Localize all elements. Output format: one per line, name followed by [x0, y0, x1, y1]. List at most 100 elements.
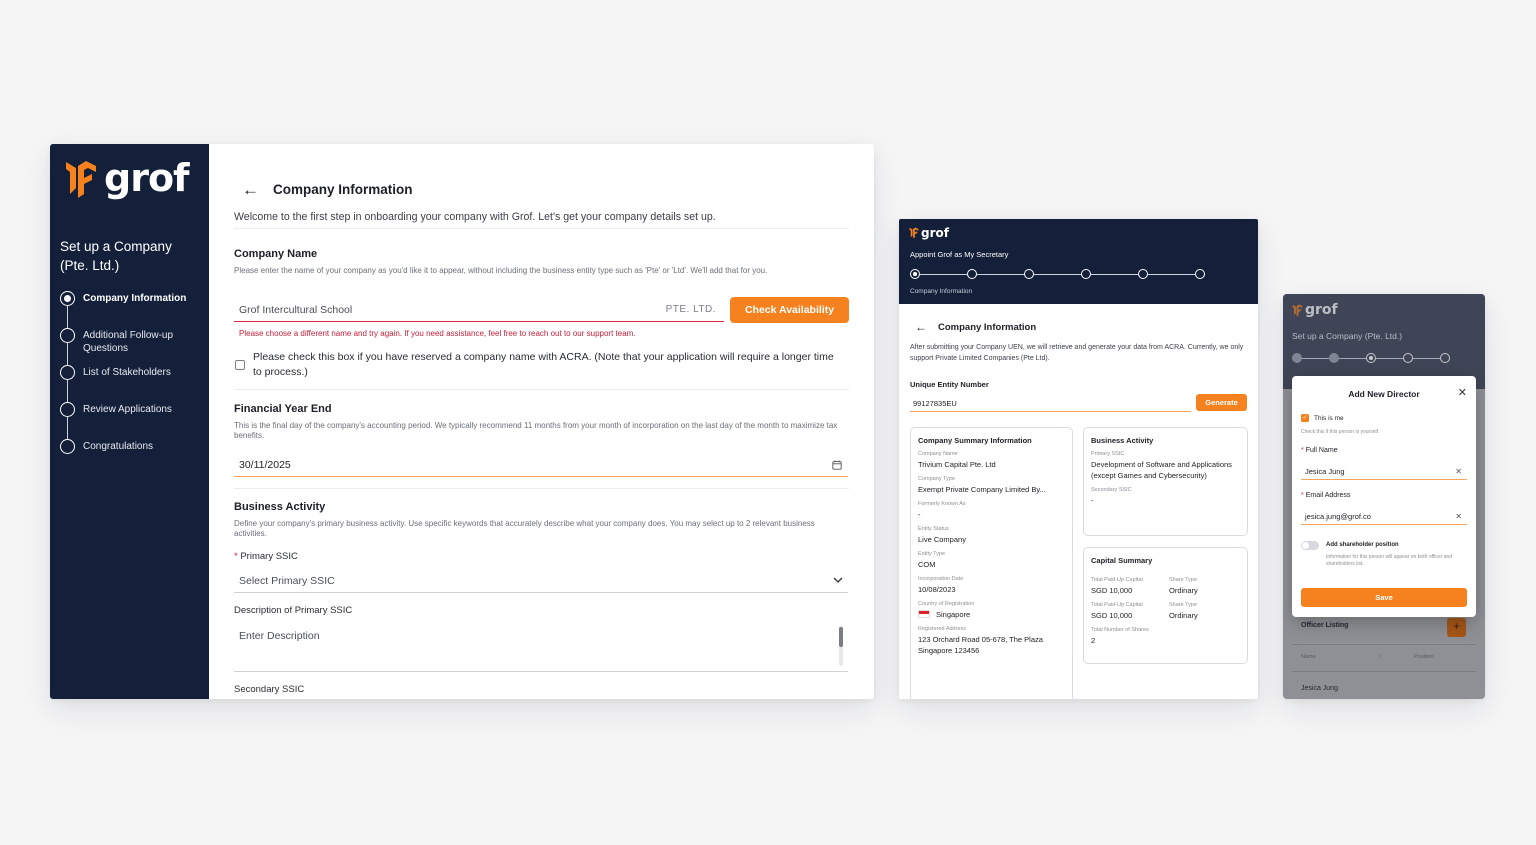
step-label: Congratulations [83, 441, 154, 452]
company-information-tablet: grof Appoint Grof as My Secretary Compan… [899, 219, 1258, 699]
arrow-left-icon[interactable]: ← [915, 320, 927, 334]
uen-value: 99127835EU [913, 398, 957, 408]
step-dot-icon[interactable] [1403, 353, 1413, 363]
textarea-scrollbar[interactable] [839, 627, 843, 647]
full-name-label: * Full Name [1301, 447, 1338, 454]
this-is-me-checkbox[interactable]: ✓ [1301, 414, 1309, 422]
step-indicator-icon [60, 402, 75, 417]
business-field: Primary SSIC Development of Software and … [1091, 451, 1240, 481]
field-key: Share Type [1169, 602, 1198, 608]
officer-row-name: Jesica Jung [1301, 685, 1338, 692]
step-review-applications[interactable]: Review Applications [60, 402, 205, 439]
panel-title: Company Summary Information [918, 436, 1032, 445]
step-dot-icon[interactable] [1024, 269, 1034, 279]
step-dot-icon[interactable] [1366, 353, 1376, 363]
header-title: Set up a Company (Pte. Ltd.) [1292, 331, 1403, 341]
step-label: Review Applications [83, 404, 172, 415]
page-title: Company Information [273, 182, 413, 197]
email-input[interactable]: jesica.jung@grof.co ✕ [1301, 508, 1467, 525]
description-placeholder: Enter Description [239, 630, 320, 642]
reserved-name-checkbox[interactable] [235, 360, 245, 370]
arrow-left-icon[interactable]: ← [242, 181, 259, 198]
field-key: Total Number of Shares [1091, 627, 1149, 633]
full-name-input[interactable]: Jesica Jung ✕ [1301, 463, 1467, 480]
panel-title: Capital Summary [1091, 556, 1153, 565]
brand-wordmark: grof [104, 156, 190, 200]
this-is-me-hint: Check this if this person is yourself. [1301, 429, 1380, 435]
company-name-desc: Please enter the name of your company as… [234, 266, 768, 275]
summary-field: Company Name Trivium Capital Pte. Ltd [918, 451, 1065, 470]
step-connector [1413, 357, 1440, 359]
primary-ssic-select[interactable]: Select Primary SSIC [234, 569, 848, 593]
step-dot-icon[interactable] [1138, 269, 1148, 279]
step-connector [920, 273, 967, 275]
field-value: Singapore [918, 609, 1065, 620]
step-dot-icon[interactable] [1440, 353, 1450, 363]
step-congratulations[interactable]: Congratulations [60, 439, 205, 459]
shareholder-toggle[interactable] [1301, 541, 1319, 550]
summary-field: Entity Type COM [918, 551, 1065, 570]
field-value: Development of Software and Applications… [1091, 460, 1232, 480]
clear-icon[interactable]: ✕ [1455, 467, 1462, 476]
field-value: 10/08/2023 [918, 585, 956, 594]
step-dot-icon[interactable] [910, 269, 920, 279]
sort-icon[interactable]: ↕ [1379, 654, 1382, 660]
progress-stepper [1292, 353, 1450, 363]
check-availability-button[interactable]: Check Availability [730, 297, 849, 323]
full-name-label-text: Full Name [1305, 447, 1338, 454]
main-form: ← Company Information Welcome to the fir… [209, 144, 874, 699]
capital-row: Total Paid-Up Capital SGD 10,000 Share Ty… [1091, 571, 1240, 596]
page-header: ← Company Information [915, 320, 1036, 334]
business-activity-panel: Business Activity Primary SSIC Developmen… [1083, 427, 1248, 536]
financial-year-input[interactable]: 30/11/2025 [234, 453, 848, 477]
step-dot-icon[interactable] [1195, 269, 1205, 279]
step-additional-questions[interactable]: Additional Follow-up Questions [60, 328, 205, 365]
column-name: Name [1301, 654, 1316, 660]
page-header: ← Company Information [242, 181, 413, 198]
company-name-input[interactable]: Grof Intercultural School PTE. LTD. [234, 298, 724, 322]
step-list-of-stakeholders[interactable]: List of Stakeholders [60, 365, 205, 402]
business-field: Secondary SSIC - [1091, 487, 1240, 506]
company-summary-panel: Company Summary Information Company Name… [910, 427, 1073, 699]
add-officer-icon[interactable]: + [1447, 618, 1466, 637]
chevron-down-icon [833, 577, 843, 583]
email-label-text: Email Address [1305, 492, 1351, 499]
uen-input[interactable]: 99127835EU [910, 395, 1191, 412]
capital-row: Total Paid-Up Capital SGD 10,000 Share Ty… [1091, 596, 1240, 621]
step-dot-icon[interactable] [967, 269, 977, 279]
this-is-me-label: This is me [1314, 415, 1344, 422]
step-connector [1091, 273, 1138, 275]
field-value: Exempt Private Company Limited By... [918, 485, 1046, 494]
clear-icon[interactable]: ✕ [1455, 512, 1462, 521]
step-dot-icon[interactable] [1081, 269, 1091, 279]
brand-wordmark: grof [1305, 302, 1338, 318]
generate-button[interactable]: Generate [1196, 394, 1247, 411]
email-label: * Email Address [1301, 492, 1351, 499]
company-name-error: Please choose a different name and try a… [239, 329, 636, 338]
intro-text: Welcome to the first step in onboarding … [234, 211, 716, 223]
field-value: Live Company [918, 535, 966, 544]
summary-field: Country of Registration Singapore [918, 601, 1065, 620]
uen-label: Unique Entity Number [910, 380, 989, 389]
field-key: Incorporation Date [918, 576, 964, 582]
step-dot-icon[interactable] [1329, 353, 1339, 363]
sidebar-title: Set up a Company (Pte. Ltd.) [60, 239, 172, 273]
primary-ssic-desc-textarea[interactable]: Enter Description [234, 622, 848, 672]
country-value: Singapore [936, 610, 971, 619]
page-title: Company Information [938, 321, 1037, 333]
step-caption: Company Information [910, 288, 973, 295]
save-button[interactable]: Save [1301, 588, 1467, 607]
capital-summary-panel: Capital Summary Total Paid-Up Capital SGD… [1083, 547, 1248, 664]
modal-title: Add New Director [1348, 389, 1420, 399]
field-value: - [1091, 496, 1094, 505]
calendar-icon[interactable] [832, 459, 842, 470]
step-dot-icon[interactable] [1292, 353, 1302, 363]
divider [1292, 671, 1476, 672]
step-company-information[interactable]: Company Information [60, 291, 205, 328]
full-name-value: Jesica Jung [1305, 466, 1345, 476]
company-name-value: Grof Intercultural School [239, 303, 353, 316]
field-key: Share Type [1169, 577, 1198, 583]
field-key: Country of Registration [918, 601, 975, 607]
close-icon[interactable]: ✕ [1458, 386, 1467, 399]
field-value: Ordinary [1169, 586, 1198, 595]
